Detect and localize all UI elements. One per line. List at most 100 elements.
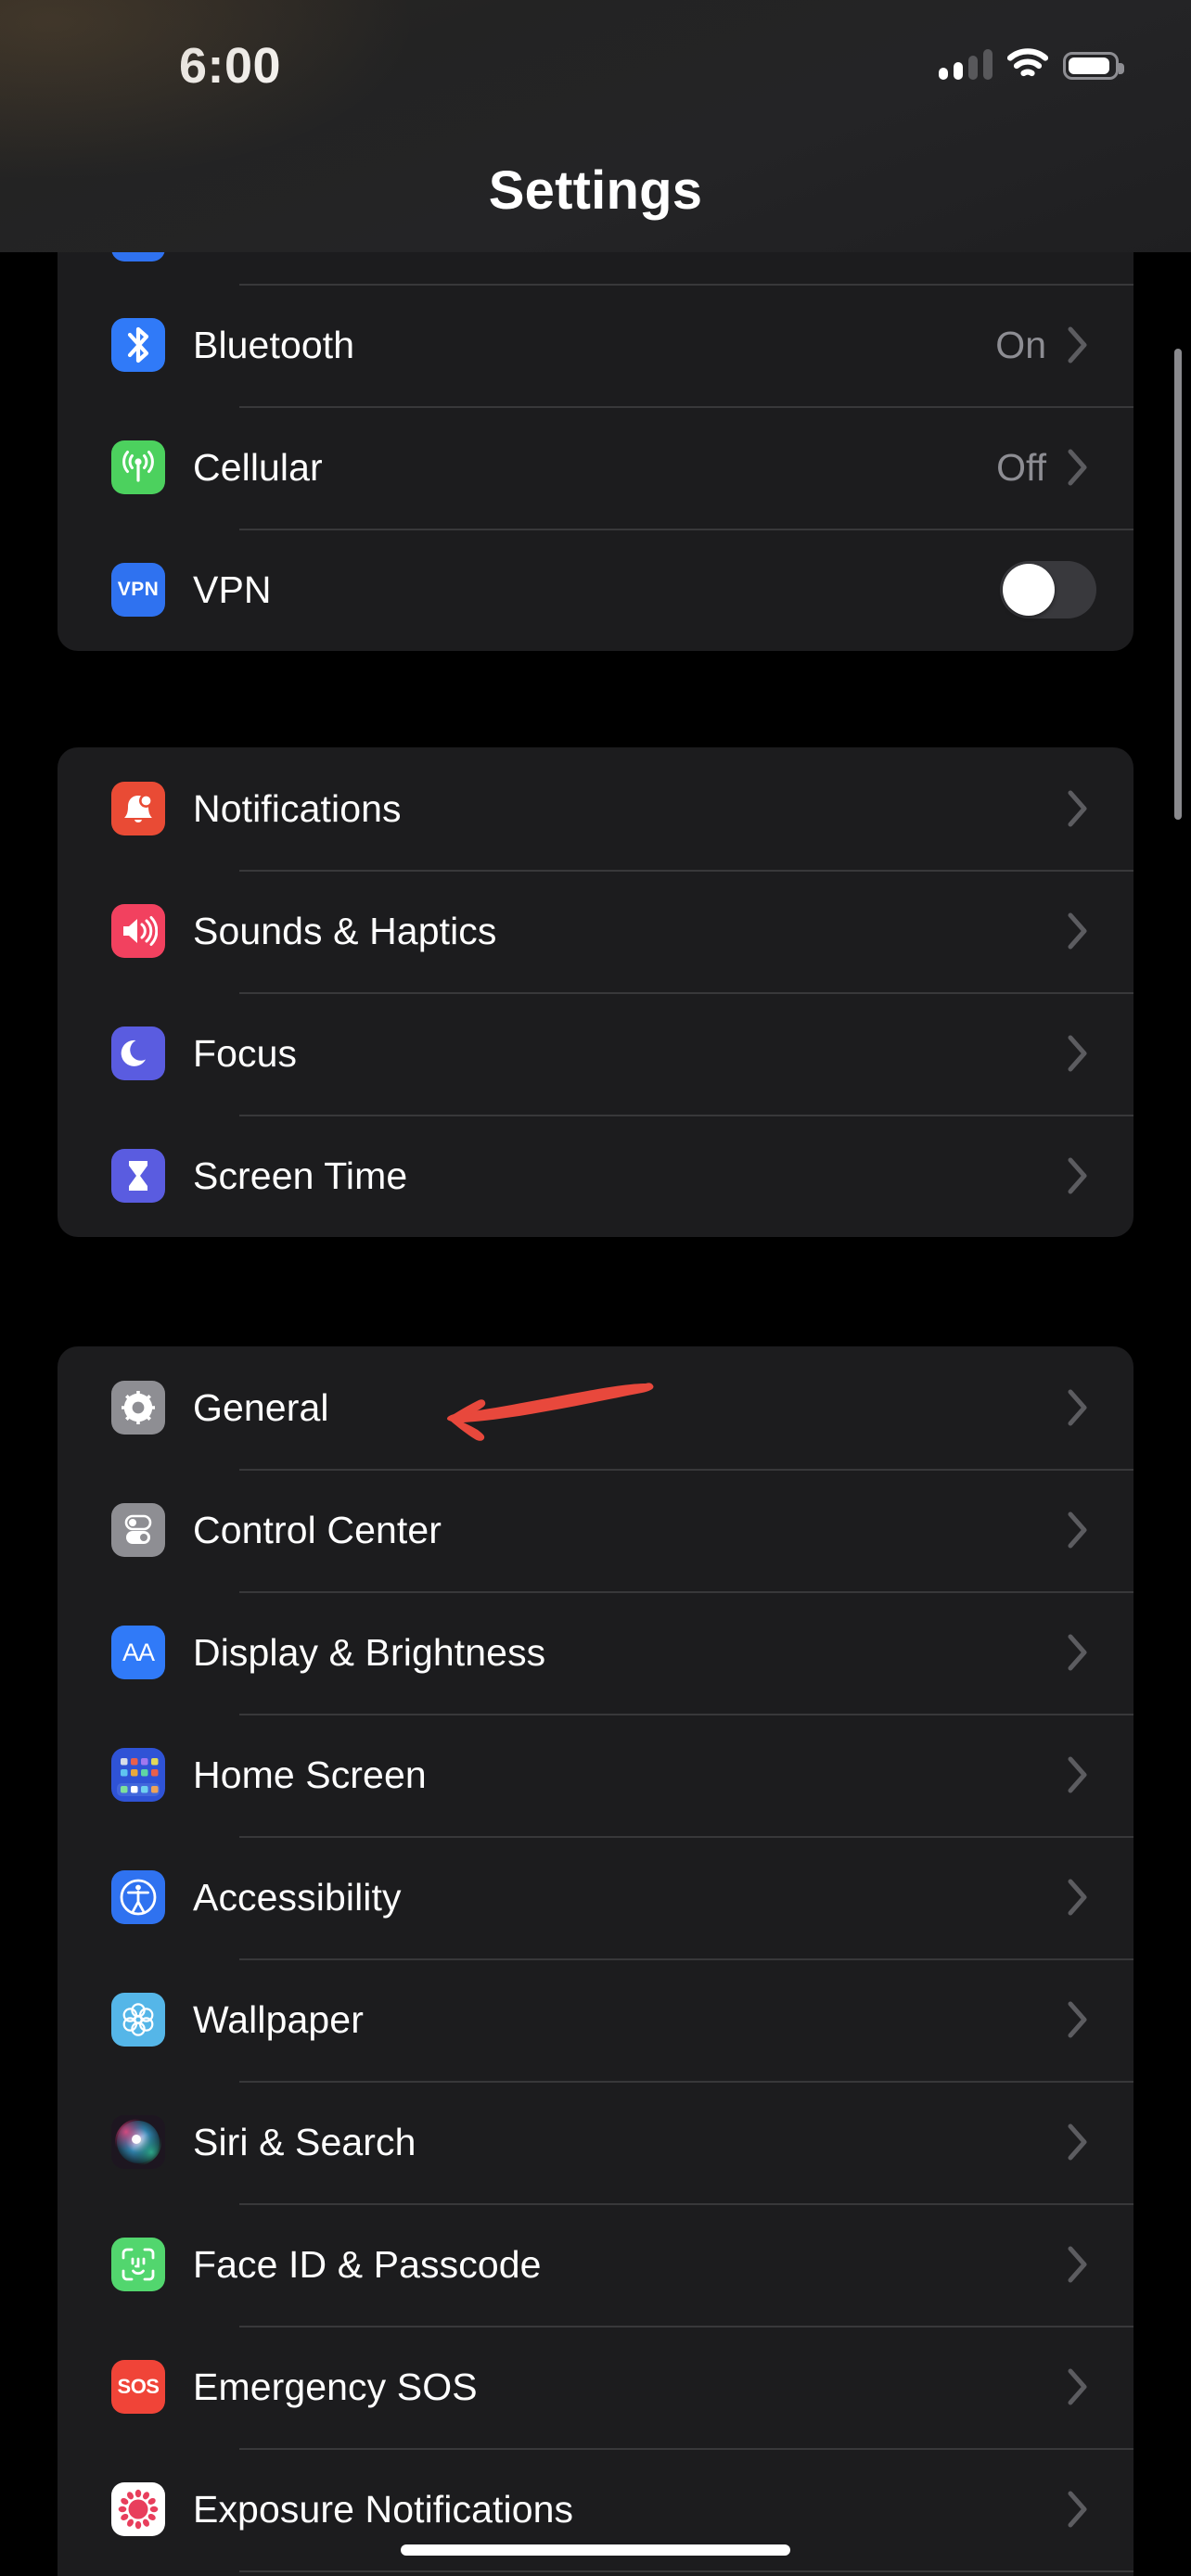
row-separator — [239, 1115, 1133, 1116]
chevron-right-icon — [1067, 1388, 1100, 1427]
settings-row-label: Accessibility — [193, 1875, 402, 1919]
settings-row-label: Bluetooth — [193, 323, 355, 366]
page-title: Settings — [488, 160, 703, 221]
chevron-right-icon — [1067, 2123, 1100, 2162]
status-bar-indicators — [939, 48, 1124, 80]
settings-row-label: Siri & Search — [193, 2120, 416, 2163]
chevron-right-icon — [1067, 325, 1100, 364]
row-separator — [239, 1469, 1133, 1471]
settings-row-bluetooth[interactable]: Bluetooth On — [58, 284, 1133, 406]
row-separator — [239, 1958, 1133, 1960]
chevron-right-icon — [1067, 1633, 1100, 1672]
cellular-signal-icon — [939, 48, 992, 80]
vertical-scrollbar[interactable] — [1174, 349, 1182, 820]
settings-row-label: Face ID & Passcode — [193, 2242, 542, 2286]
face-id-icon — [111, 2238, 165, 2291]
cellular-antenna-icon — [111, 440, 165, 494]
chevron-right-icon — [1067, 448, 1100, 487]
vpn-toggle[interactable] — [1000, 561, 1096, 618]
settings-row-emergency-sos[interactable]: SOS Emergency SOS — [58, 2326, 1133, 2448]
chevron-right-icon — [1067, 1878, 1100, 1917]
row-separator — [239, 406, 1133, 408]
bluetooth-icon — [111, 318, 165, 372]
settings-row-cellular[interactable]: Cellular Off — [58, 406, 1133, 529]
settings-scroll-content[interactable]: Bluetooth On Cellular Off VPN VPN Notifi… — [0, 0, 1191, 2576]
chevron-right-icon — [1067, 2490, 1100, 2529]
settings-section-connectivity: Bluetooth On Cellular Off VPN VPN — [58, 185, 1133, 651]
settings-row-label: Sounds & Haptics — [193, 909, 497, 952]
settings-row-label: Home Screen — [193, 1753, 427, 1796]
screen-time-hourglass-icon — [111, 1149, 165, 1203]
settings-row-notifications[interactable]: Notifications — [58, 747, 1133, 870]
chevron-right-icon — [1067, 1034, 1100, 1073]
settings-row-label: Emergency SOS — [193, 2365, 478, 2408]
row-separator — [239, 529, 1133, 530]
chevron-right-icon — [1067, 1755, 1100, 1794]
settings-row-accessibility[interactable]: Accessibility — [58, 1836, 1133, 1958]
settings-row-vpn[interactable]: VPN VPN — [58, 529, 1133, 651]
chevron-right-icon — [1067, 1511, 1100, 1549]
row-separator — [239, 870, 1133, 872]
settings-row-home-screen[interactable]: Home Screen — [58, 1714, 1133, 1836]
settings-row-focus[interactable]: Focus — [58, 992, 1133, 1115]
settings-row-display-brightness[interactable]: AA Display & Brightness — [58, 1591, 1133, 1714]
row-separator — [239, 2326, 1133, 2327]
display-icon-text: AA — [122, 1638, 155, 1666]
settings-row-label: Notifications — [193, 786, 402, 830]
status-bar: 6:00 — [0, 0, 1191, 111]
chevron-right-icon — [1067, 912, 1100, 950]
settings-row-screen-time[interactable]: Screen Time — [58, 1115, 1133, 1237]
settings-row-label: General — [193, 1385, 329, 1429]
wifi-icon — [1006, 48, 1049, 80]
focus-moon-icon — [111, 1027, 165, 1080]
settings-row-label: Display & Brightness — [193, 1630, 546, 1674]
accessibility-person-icon — [111, 1870, 165, 1924]
battery-icon — [1063, 52, 1124, 80]
navigation-header: 6:00 Settings — [0, 0, 1191, 252]
settings-row-label: VPN — [193, 567, 272, 611]
battery-nub — [1119, 63, 1124, 74]
toggle-knob — [1003, 564, 1055, 616]
chevron-right-icon — [1067, 2367, 1100, 2406]
row-separator — [239, 284, 1133, 286]
settings-row-label: Cellular — [193, 445, 323, 489]
settings-row-partial-next[interactable] — [58, 2570, 1133, 2576]
home-indicator — [401, 2544, 790, 2556]
settings-row-wallpaper[interactable]: Wallpaper — [58, 1958, 1133, 2081]
status-bar-clock: 6:00 — [178, 38, 282, 94]
settings-row-sounds-haptics[interactable]: Sounds & Haptics — [58, 870, 1133, 992]
exposure-notifications-icon — [111, 2482, 165, 2536]
row-separator — [239, 1714, 1133, 1715]
settings-section-alerts: Notifications Sounds & Haptics Focus Scr… — [58, 747, 1133, 1237]
siri-orb-icon — [111, 2115, 165, 2169]
settings-row-control-center[interactable]: Control Center — [58, 1469, 1133, 1591]
emergency-sos-icon: SOS — [111, 2360, 165, 2414]
settings-row-siri-search[interactable]: Siri & Search — [58, 2081, 1133, 2203]
chevron-right-icon — [1067, 789, 1100, 828]
home-screen-grid-icon — [111, 1748, 165, 1802]
battery-fill — [1069, 57, 1109, 74]
sounds-speaker-icon — [111, 904, 165, 958]
vpn-icon-text: VPN — [117, 579, 160, 600]
notifications-bell-icon — [111, 782, 165, 835]
settings-section-system: General Control Center AA Display & Brig… — [58, 1346, 1133, 2576]
row-separator — [239, 2448, 1133, 2450]
row-separator — [239, 2081, 1133, 2083]
settings-row-label: Wallpaper — [193, 1997, 364, 2041]
settings-row-general[interactable]: General — [58, 1346, 1133, 1469]
row-separator — [239, 2570, 1133, 2572]
settings-row-label: Exposure Notifications — [193, 2487, 574, 2531]
settings-row-label: Control Center — [193, 1508, 442, 1551]
wallpaper-flower-icon — [111, 1993, 165, 2047]
chevron-right-icon — [1067, 2245, 1100, 2284]
settings-row-value: Off — [996, 445, 1046, 489]
chevron-right-icon — [1067, 2000, 1100, 2039]
row-separator — [239, 2203, 1133, 2205]
row-separator — [239, 992, 1133, 994]
settings-row-face-id-passcode[interactable]: Face ID & Passcode — [58, 2203, 1133, 2326]
settings-row-label: Focus — [193, 1031, 298, 1075]
chevron-right-icon — [1067, 1156, 1100, 1195]
settings-row-value: On — [995, 323, 1046, 366]
row-separator — [239, 1591, 1133, 1593]
gear-icon — [111, 1381, 165, 1435]
